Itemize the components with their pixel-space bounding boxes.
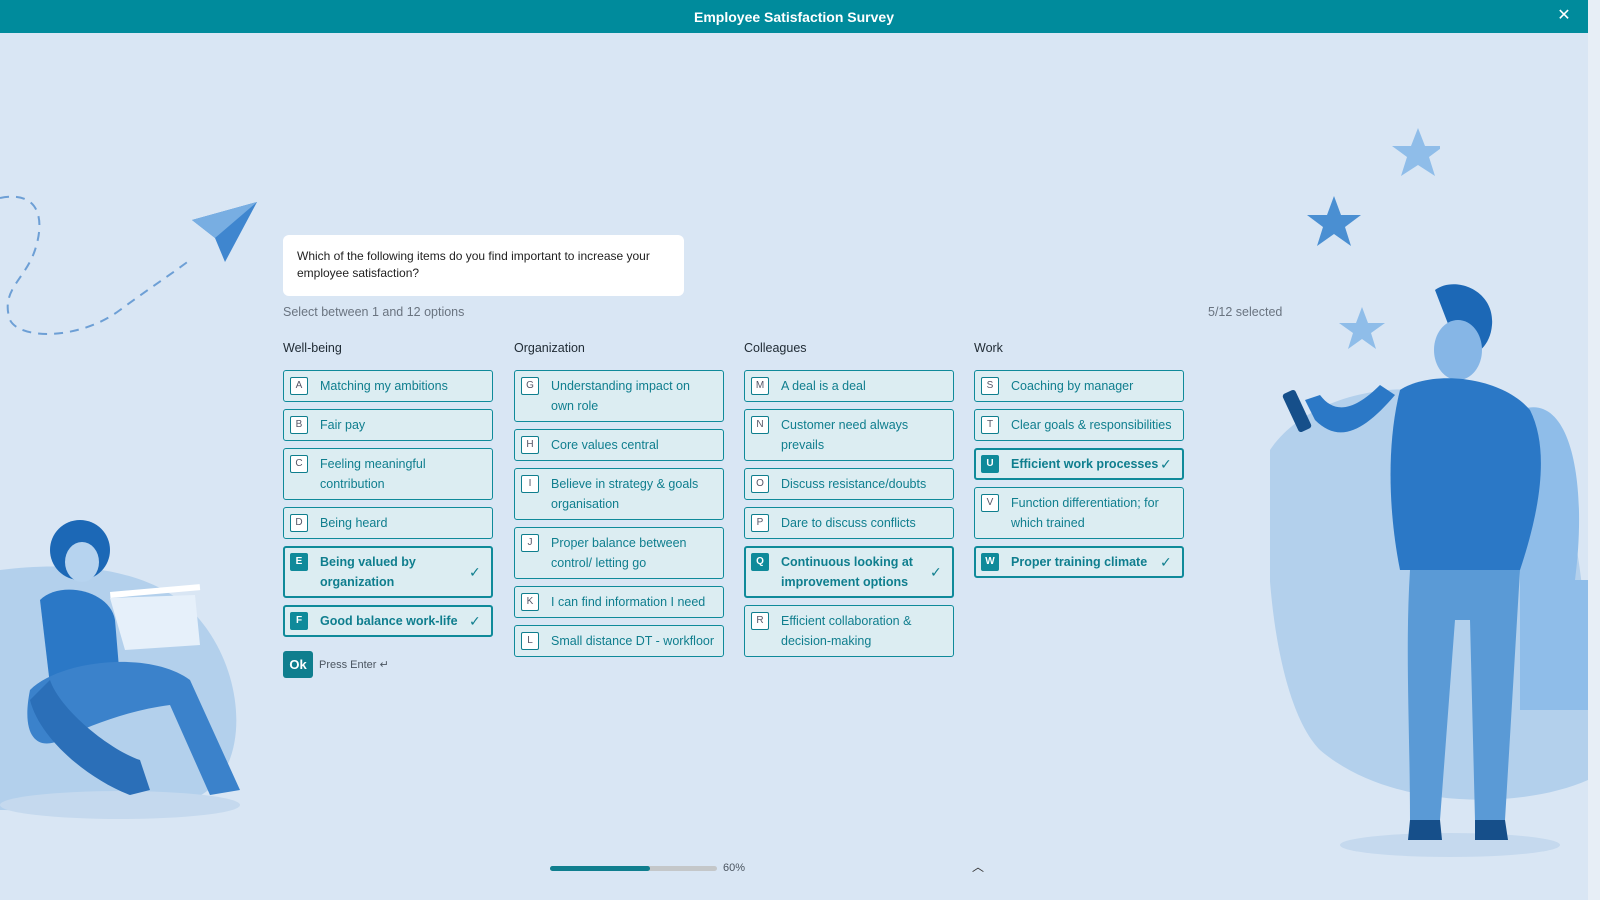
question-text: Which of the following items do you find… (297, 249, 650, 280)
option-key: R (751, 612, 769, 630)
option-label: Proper training climate (1011, 555, 1148, 569)
page-title: Employee Satisfaction Survey (694, 8, 894, 25)
option-n[interactable]: N Customer need always prevails (744, 409, 954, 461)
option-label: Clear goals & responsibilities (1011, 418, 1172, 432)
press-enter-hint: Press Enter ↵ (319, 659, 389, 671)
selected-count: 5/12 selected (1208, 305, 1283, 319)
option-g[interactable]: G Understanding impact on own role (514, 370, 724, 422)
option-e[interactable]: E Being valued by organization ✓ (283, 546, 493, 598)
option-key: A (290, 377, 308, 395)
option-l[interactable]: L Small distance DT - workfloor (514, 625, 724, 657)
option-a[interactable]: A Matching my ambitions (283, 370, 493, 402)
man-with-phone-illustration (1270, 284, 1588, 857)
checkmark-icon: ✓ (469, 564, 481, 580)
option-key: N (751, 416, 769, 434)
option-label: Continuous looking at improvement option… (781, 555, 913, 589)
option-key: W (981, 553, 999, 571)
option-key: T (981, 416, 999, 434)
option-m[interactable]: M A deal is a deal (744, 370, 954, 402)
option-key: E (290, 553, 308, 571)
option-f[interactable]: F Good balance work-life ✓ (283, 605, 493, 637)
option-label: Being heard (320, 516, 388, 530)
option-key: V (981, 494, 999, 512)
column-title: Work (974, 341, 1003, 355)
option-label: Being valued by organization (320, 555, 416, 589)
option-label: I can find information I need (551, 595, 706, 609)
option-s[interactable]: S Coaching by manager (974, 370, 1184, 402)
option-key: D (290, 514, 308, 532)
option-u[interactable]: U Efficient work processes ✓ (974, 448, 1184, 480)
option-label: Understanding impact on own role (551, 379, 690, 413)
progress-bar (550, 866, 717, 871)
option-key: B (290, 416, 308, 434)
selection-hint: Select between 1 and 12 options (283, 305, 465, 319)
option-label: Efficient work processes (1011, 457, 1159, 471)
option-label: Dare to discuss conflicts (781, 516, 916, 530)
option-c[interactable]: C Feeling meaningful contribution (283, 448, 493, 500)
question-bubble: Which of the following items do you find… (283, 235, 684, 296)
column-work: Work S Coaching by manager T Clear goals & r… (974, 341, 1184, 585)
option-p[interactable]: P Dare to discuss conflicts (744, 507, 954, 539)
chevron-up-icon[interactable]: ︿ (970, 858, 986, 874)
option-r[interactable]: R Efficient collaboration & decision-maki… (744, 605, 954, 657)
checkmark-icon: ✓ (469, 613, 481, 629)
option-label: Fair pay (320, 418, 366, 432)
option-i[interactable]: I Believe in strategy & goals organisatio… (514, 468, 724, 520)
option-label: Proper balance between control/ letting … (551, 536, 687, 570)
option-d[interactable]: D Being heard (283, 507, 493, 539)
option-label: A deal is a deal (781, 379, 866, 393)
option-key: K (521, 593, 539, 611)
option-o[interactable]: O Discuss resistance/doubts (744, 468, 954, 500)
option-key: J (521, 534, 539, 552)
option-j[interactable]: J Proper balance between control/ letting… (514, 527, 724, 579)
progress-percent: 60% (723, 862, 746, 874)
checkmark-icon: ✓ (1160, 554, 1172, 570)
option-label: Matching my ambitions (320, 379, 448, 393)
option-key: U (981, 455, 999, 473)
progress-fill (550, 866, 651, 871)
checkmark-icon: ✓ (1160, 456, 1172, 472)
option-k[interactable]: K I can find information I need (514, 586, 724, 618)
column-colleagues: Colleagues M A deal is a deal N Customer nee… (744, 341, 954, 664)
option-q[interactable]: Q Continuous looking at improvement optio… (744, 546, 954, 598)
paper-plane-illustration (0, 195, 257, 335)
option-label: Core values central (551, 438, 659, 452)
option-key: M (751, 377, 769, 395)
option-key: H (521, 436, 539, 454)
option-key: L (521, 632, 539, 650)
option-key: P (751, 514, 769, 532)
option-label: Feeling meaningful contribution (320, 457, 426, 491)
close-icon[interactable]: ✕ (1554, 6, 1574, 26)
option-b[interactable]: B Fair pay (283, 409, 493, 441)
option-key: I (521, 475, 539, 493)
option-key: C (290, 455, 308, 473)
option-label: Believe in strategy & goals organisation (551, 477, 699, 511)
column-title: Colleagues (744, 341, 807, 355)
option-label: Good balance work-life (320, 614, 458, 628)
option-key: Q (751, 553, 769, 571)
ok-button[interactable]: Ok (283, 651, 313, 678)
option-t[interactable]: T Clear goals & responsibilities (974, 409, 1184, 441)
woman-with-laptop-illustration (0, 520, 241, 819)
option-label: Efficient collaboration & decision-makin… (781, 614, 912, 648)
option-label: Function differentiation; for which trai… (1011, 496, 1159, 530)
option-label: Coaching by manager (1011, 379, 1134, 393)
option-key: S (981, 377, 999, 395)
option-label: Discuss resistance/doubts (781, 477, 927, 491)
column-title: Well-being (283, 341, 342, 355)
option-v[interactable]: V Function differentiation; for which tra… (974, 487, 1184, 539)
option-key: O (751, 475, 769, 493)
title-bar: Employee Satisfaction Survey ✕ (0, 0, 1588, 33)
option-h[interactable]: H Core values central (514, 429, 724, 461)
scrollbar[interactable] (1588, 0, 1600, 900)
option-w[interactable]: W Proper training climate ✓ (974, 546, 1184, 578)
option-label: Small distance DT - workfloor (551, 634, 715, 648)
option-key: F (290, 612, 308, 630)
column-well-being: Well-being A Matching my ambitions B Fair pa… (283, 341, 493, 644)
column-organization: Organization G Understanding impact on own… (514, 341, 724, 664)
option-key: G (521, 377, 539, 395)
checkmark-icon: ✓ (930, 564, 942, 580)
column-title: Organization (514, 341, 585, 355)
option-label: Customer need always prevails (781, 418, 909, 452)
